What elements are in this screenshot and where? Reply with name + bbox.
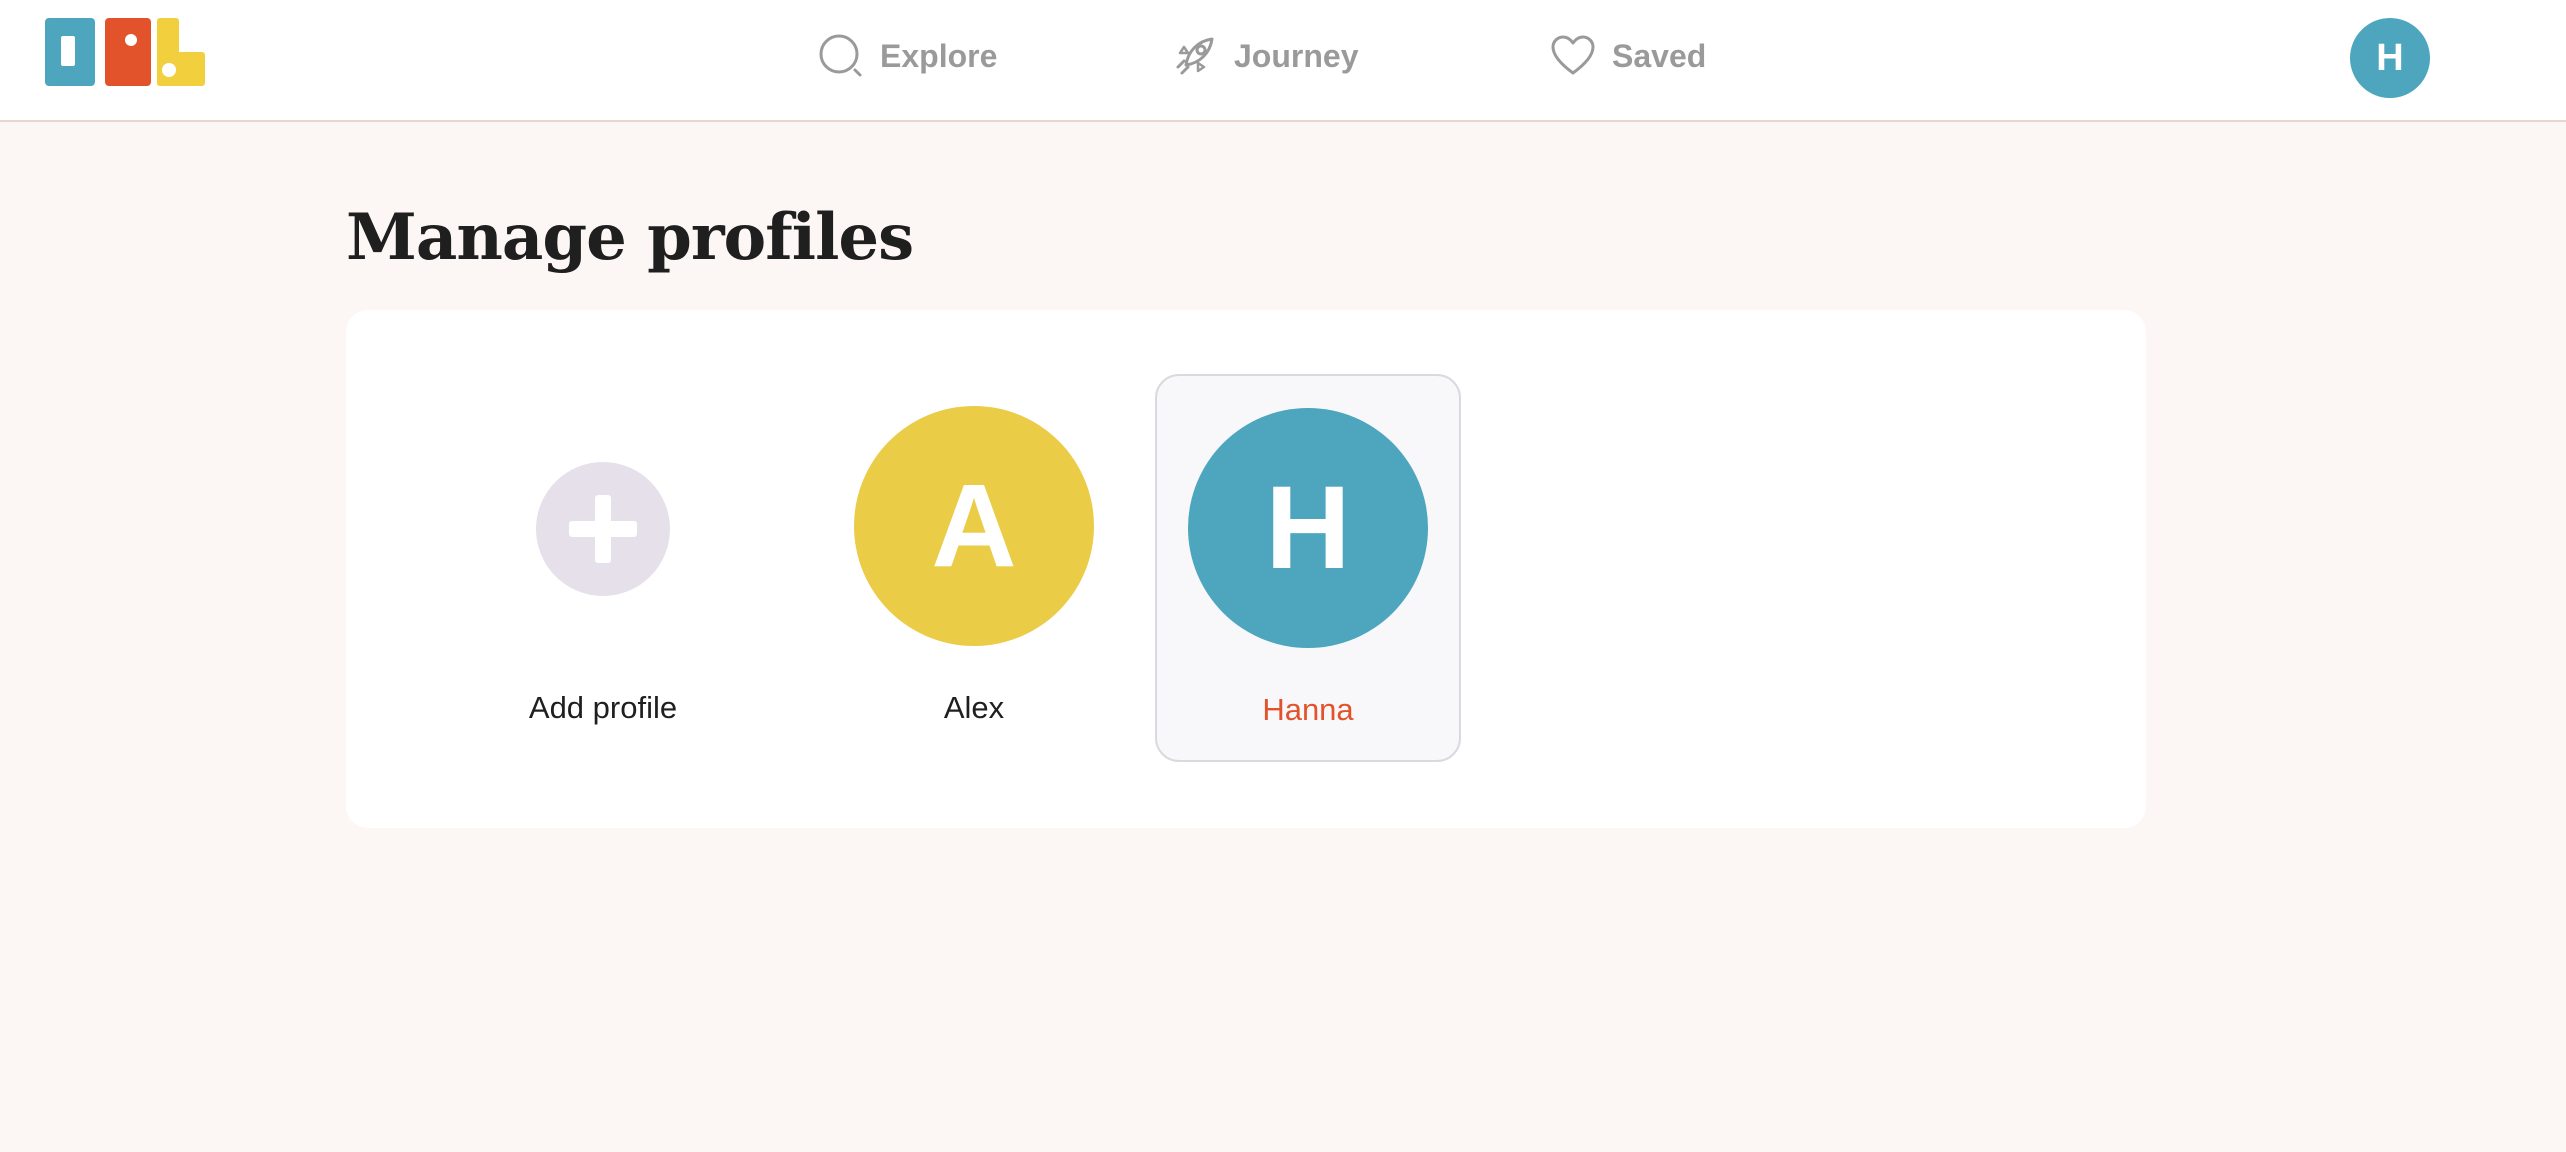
nav-journey[interactable]: Journey: [1172, 30, 1358, 82]
profile-card-hanna[interactable]: H Hanna: [1155, 374, 1461, 762]
page-title: Manage profiles: [346, 200, 914, 275]
profile-card-alex[interactable]: A Alex: [821, 374, 1127, 762]
nav-saved[interactable]: Saved: [1550, 30, 1706, 82]
profile-avatar-alex: A: [854, 406, 1094, 646]
nav-saved-label: Saved: [1612, 37, 1707, 74]
profile-avatar-hanna: H: [1188, 408, 1428, 648]
profile-name-hanna: Hanna: [1262, 692, 1354, 727]
heart-icon: [1551, 35, 1595, 75]
user-avatar-button[interactable]: H: [2350, 18, 2430, 98]
search-icon: [819, 34, 862, 77]
rocket-icon: [1176, 37, 1214, 75]
nav-explore[interactable]: Explore: [818, 30, 997, 82]
add-profile-label: Add profile: [528, 690, 678, 725]
nav-journey-label: Journey: [1234, 37, 1359, 74]
nav-explore-label: Explore: [880, 37, 998, 74]
plus-icon: [536, 462, 670, 596]
app-logo[interactable]: [45, 18, 205, 86]
top-navigation-bar: Explore Journey Saved H: [0, 0, 2566, 122]
profiles-panel: Add profile A Alex H Hanna: [346, 310, 2146, 828]
add-profile-button[interactable]: Add profile: [450, 374, 756, 762]
profile-name-alex: Alex: [943, 690, 1005, 725]
